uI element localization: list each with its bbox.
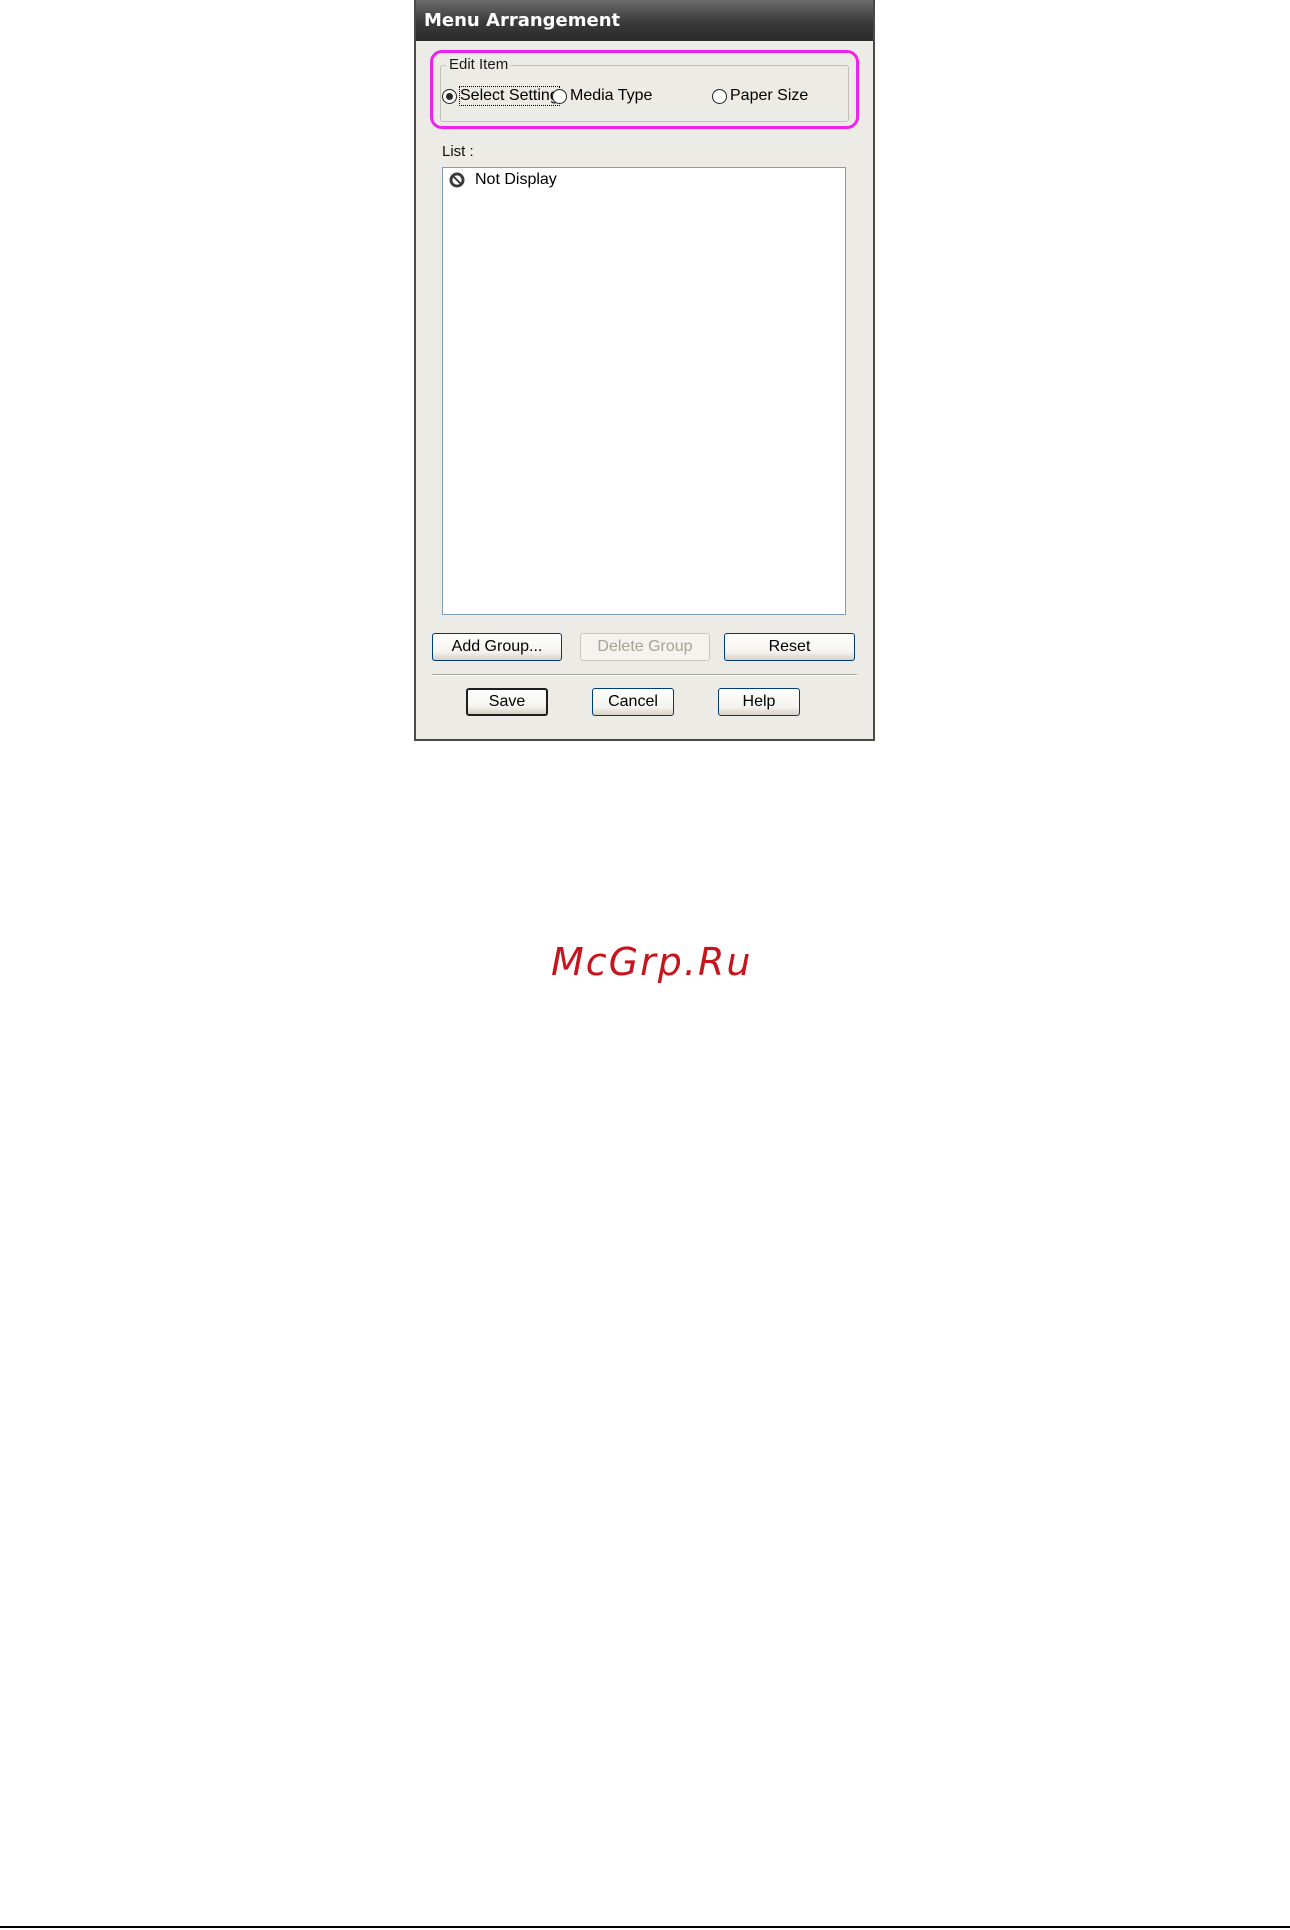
delete-group-button[interactable]: Delete Group xyxy=(580,633,710,661)
highlight-frame xyxy=(430,50,859,129)
not-display-icon xyxy=(449,172,465,188)
save-button[interactable]: Save xyxy=(466,688,548,716)
list-box[interactable]: Not Display xyxy=(442,167,846,615)
watermark: McGrp.Ru xyxy=(551,940,753,984)
add-group-button[interactable]: Add Group... xyxy=(432,633,562,661)
reset-button[interactable]: Reset xyxy=(724,633,855,661)
cancel-button[interactable]: Cancel xyxy=(592,688,674,716)
list-label: List : xyxy=(442,143,474,160)
separator xyxy=(432,674,857,676)
list-item-label: Not Display xyxy=(475,171,557,188)
menu-arrangement-dialog: Menu Arrangement Edit Item Select Settin… xyxy=(414,0,875,741)
page-divider xyxy=(0,1926,1290,1928)
dialog-title: Menu Arrangement xyxy=(416,0,873,41)
help-button[interactable]: Help xyxy=(718,688,800,716)
list-item[interactable]: Not Display xyxy=(449,171,557,189)
